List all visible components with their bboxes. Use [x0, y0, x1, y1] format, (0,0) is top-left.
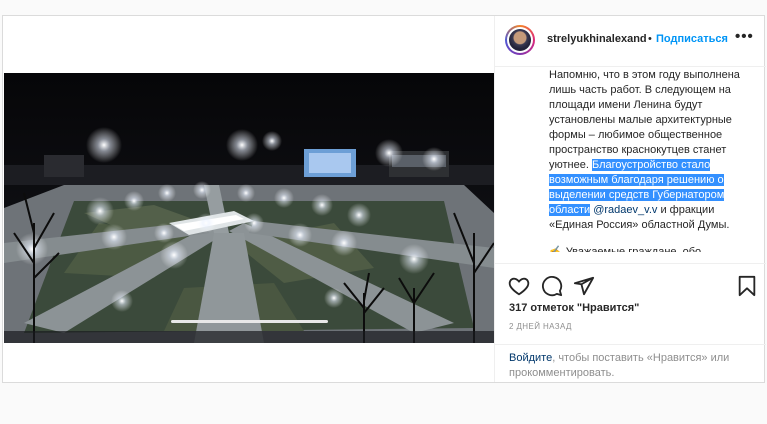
instagram-post: strelyukhinalexand • Подписаться ••• Нап…	[2, 15, 766, 383]
video-progress-bar[interactable]	[171, 320, 328, 323]
heart-outline-icon[interactable]	[508, 275, 530, 297]
night-square-scene	[4, 73, 494, 343]
caption-area: Напомню, что в этом году выполнена лишь …	[495, 67, 766, 263]
likes-count[interactable]: 317 отметок "Нравится"	[509, 302, 639, 314]
caption-plain: Напомню, что в этом году выполнена лишь …	[549, 69, 740, 171]
speech-bubble-icon[interactable]	[541, 275, 563, 297]
mention-link[interactable]: @radaev_v.v	[593, 204, 657, 216]
bookmark-icon[interactable]	[736, 275, 758, 297]
header-separator: •	[648, 33, 652, 45]
post-date[interactable]: 2 ДНЕЙ НАЗАД	[509, 322, 572, 331]
caption-cut-line: ✍ Уважаемые граждане, обо	[549, 246, 702, 258]
post-video[interactable]	[4, 73, 494, 343]
login-note: Войдите, чтобы поставить «Нравится» или …	[509, 351, 749, 381]
login-link[interactable]: Войдите	[509, 352, 552, 364]
username-link[interactable]: strelyukhinalexand	[547, 33, 647, 45]
post-sidebar: strelyukhinalexand • Подписаться ••• Нап…	[494, 16, 766, 382]
avatar-photo	[509, 29, 531, 51]
login-prompt: Войдите, чтобы поставить «Нравится» или …	[495, 344, 766, 383]
caption-text: Напомню, что в этом году выполнена лишь …	[549, 68, 749, 233]
paper-plane-icon[interactable]	[573, 275, 595, 297]
post-header: strelyukhinalexand • Подписаться •••	[495, 16, 766, 67]
follow-button[interactable]: Подписаться	[656, 33, 728, 45]
avatar[interactable]	[505, 25, 535, 55]
more-options-icon[interactable]: •••	[735, 28, 754, 45]
action-bar	[495, 263, 766, 304]
